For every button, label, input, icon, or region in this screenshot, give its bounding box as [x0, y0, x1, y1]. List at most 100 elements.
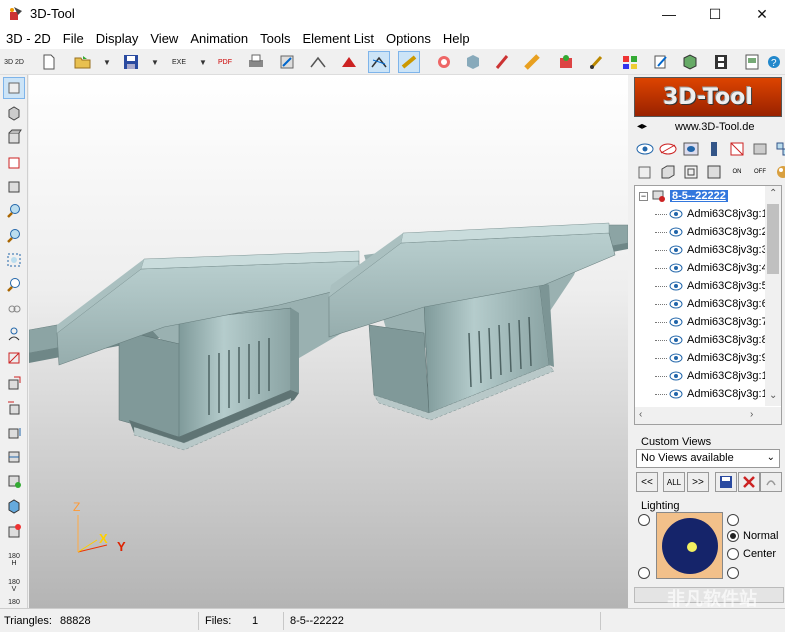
light-radio-top-right[interactable]: [727, 514, 739, 526]
view-icon[interactable]: [307, 51, 329, 73]
tree-expand-icon[interactable]: [749, 138, 771, 160]
save-view-icon[interactable]: [715, 472, 737, 492]
hide-icon[interactable]: [657, 138, 679, 160]
light-radio-normal[interactable]: [727, 530, 739, 542]
front-view-icon[interactable]: [3, 126, 25, 148]
next-view-button[interactable]: >>: [687, 472, 709, 492]
section-view-icon[interactable]: [3, 347, 25, 369]
cube-icon[interactable]: [679, 51, 701, 73]
eye-icon[interactable]: [669, 281, 683, 291]
light-radio-top-left[interactable]: [638, 514, 650, 526]
delete-view-icon[interactable]: [738, 472, 760, 492]
iso-view-icon[interactable]: [3, 102, 25, 124]
eye-icon[interactable]: [669, 389, 683, 399]
eye-icon[interactable]: [669, 227, 683, 237]
eye-icon[interactable]: [669, 263, 683, 273]
menu-animation[interactable]: Animation: [184, 31, 254, 46]
tree-item[interactable]: Admi63C8jv3g:3: [655, 241, 768, 259]
rotate-180-button[interactable]: 180: [3, 597, 25, 608]
exe-dropdown-icon[interactable]: ▼: [199, 58, 207, 67]
menu-3d-2d[interactable]: 3D - 2D: [0, 31, 57, 46]
custom-views-select[interactable]: No Views available ⌄: [636, 449, 780, 468]
light-radio-bottom-right[interactable]: [727, 567, 739, 579]
tree-item[interactable]: Admi63C8jv3g:1: [655, 385, 768, 403]
all-views-button[interactable]: ALL: [663, 472, 685, 492]
hide-all-icon[interactable]: [726, 138, 748, 160]
scroll-right-icon[interactable]: ›: [750, 409, 753, 420]
pen-icon[interactable]: [491, 51, 513, 73]
flip-icon[interactable]: [3, 446, 25, 468]
eye-icon[interactable]: [669, 353, 683, 363]
eye-icon[interactable]: [669, 299, 683, 309]
scroll-up-icon[interactable]: ⌃: [769, 188, 777, 199]
eye-icon[interactable]: [669, 317, 683, 327]
help-icon[interactable]: ?: [763, 51, 785, 73]
display-mode-1-icon[interactable]: [634, 161, 656, 183]
pan-icon[interactable]: [3, 175, 25, 197]
menu-tools[interactable]: Tools: [254, 31, 296, 46]
box-view-icon[interactable]: [3, 151, 25, 173]
color-icon[interactable]: [619, 51, 641, 73]
light-icon[interactable]: [3, 520, 25, 542]
orbit-icon[interactable]: [3, 298, 25, 320]
menu-help[interactable]: Help: [437, 31, 476, 46]
ruler-icon[interactable]: [522, 51, 544, 73]
zoom-in-icon[interactable]: [3, 200, 25, 222]
light-source-icon[interactable]: [687, 542, 697, 552]
page-icon[interactable]: [741, 51, 763, 73]
tree-item[interactable]: Admi63C8jv3g:2: [655, 223, 768, 241]
prev-view-button[interactable]: <<: [636, 472, 658, 492]
print-icon[interactable]: [245, 51, 267, 73]
tools-icon[interactable]: [555, 51, 577, 73]
rotate-180-v-button[interactable]: 180 V: [3, 575, 25, 597]
open-folder-icon[interactable]: [72, 51, 94, 73]
rotate-x-icon[interactable]: [3, 372, 25, 394]
display-mode-2-icon[interactable]: [657, 161, 679, 183]
zoom-fit-icon[interactable]: [3, 249, 25, 271]
eye-icon[interactable]: [669, 209, 683, 219]
cut-icon[interactable]: [338, 51, 360, 73]
3d-2d-button[interactable]: 3D 2D: [3, 51, 25, 73]
tree-options-icon[interactable]: [772, 138, 785, 160]
menu-view[interactable]: View: [144, 31, 184, 46]
zoom-out-icon[interactable]: [3, 225, 25, 247]
settings-icon[interactable]: [433, 51, 455, 73]
tree-item[interactable]: Admi63C8jv3g:4: [655, 259, 768, 277]
website-link[interactable]: www.3D-Tool.de: [675, 121, 754, 133]
show-icon[interactable]: [634, 138, 656, 160]
off-toggle[interactable]: OFF: [749, 161, 771, 183]
tree-item[interactable]: Admi63C8jv3g:7: [655, 313, 768, 331]
maximize-button[interactable]: ☐: [692, 0, 738, 28]
menu-options[interactable]: Options: [380, 31, 437, 46]
walk-icon[interactable]: [3, 323, 25, 345]
scroll-down-icon[interactable]: ⌄: [769, 390, 777, 401]
measure-icon[interactable]: [398, 51, 420, 73]
light-radio-bottom-left[interactable]: [638, 567, 650, 579]
eye-icon[interactable]: [669, 335, 683, 345]
pdf-icon[interactable]: PDF: [214, 51, 236, 73]
rotate-y-icon[interactable]: [3, 397, 25, 419]
menu-element-list[interactable]: Element List: [297, 31, 381, 46]
on-toggle[interactable]: ON: [726, 161, 748, 183]
tree-horizontal-scrollbar[interactable]: ‹ ›: [635, 407, 781, 424]
3d-viewport[interactable]: X Y Z: [29, 75, 628, 608]
lighting-preview[interactable]: [656, 512, 723, 579]
tree-item[interactable]: Admi63C8jv3g:8: [655, 331, 768, 349]
tree-item[interactable]: Admi63C8jv3g:5: [655, 277, 768, 295]
perspective-icon[interactable]: [3, 495, 25, 517]
save-icon[interactable]: [120, 51, 142, 73]
minimize-button[interactable]: —: [646, 0, 692, 28]
object-icon[interactable]: [462, 51, 484, 73]
select-icon[interactable]: [3, 77, 25, 99]
new-file-icon[interactable]: [38, 51, 60, 73]
rotate-180-h-button[interactable]: 180 H: [3, 549, 25, 571]
zoom-window-icon[interactable]: [3, 274, 25, 296]
collapse-icon[interactable]: −: [639, 191, 648, 201]
show-all-icon[interactable]: [680, 138, 702, 160]
open-dropdown-icon[interactable]: ▼: [103, 58, 111, 67]
export-icon[interactable]: [276, 51, 298, 73]
cube-view-icon[interactable]: [3, 470, 25, 492]
scroll-thumb[interactable]: [767, 204, 779, 274]
brush-icon[interactable]: [586, 51, 608, 73]
eye-icon[interactable]: [669, 371, 683, 381]
